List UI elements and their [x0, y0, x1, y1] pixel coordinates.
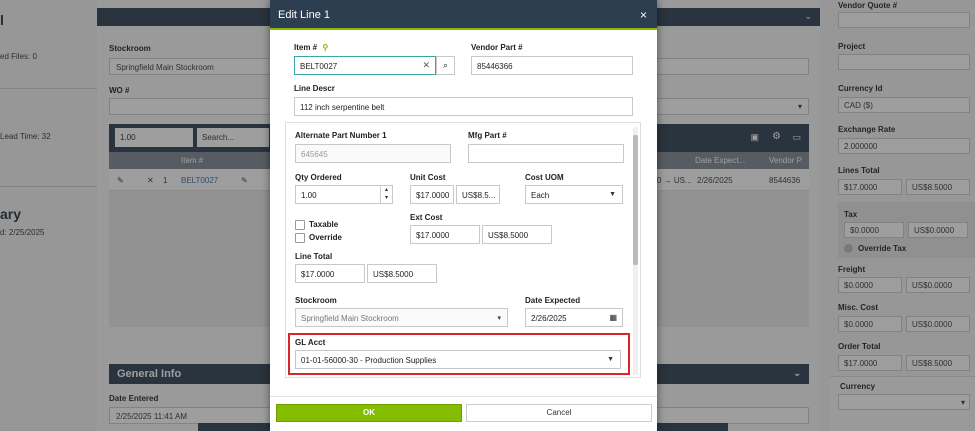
mfg-part-label: Mfg Part #	[468, 131, 507, 140]
vendor-part-label: Vendor Part #	[471, 43, 523, 52]
binoculars-icon[interactable]: ⚲	[322, 43, 328, 52]
ext-cost-usd-input[interactable]: US$8.5000	[482, 225, 552, 244]
unit-cost-cad-input[interactable]: $17.0000	[410, 185, 454, 204]
dialog-title: Edit Line 1	[278, 9, 330, 21]
unit-cost-label: Unit Cost	[410, 173, 446, 182]
qty-ordered-stepper[interactable]: 1.00 ▴ ▾	[295, 185, 393, 204]
item-input[interactable]: BELT0027 ✕	[294, 56, 436, 75]
stockroom-select[interactable]: Springfield Main Stockroom ▾	[295, 308, 508, 327]
scrollbar-thumb[interactable]	[633, 135, 638, 265]
search-icon[interactable]: ⌕	[436, 56, 455, 75]
item-value: BELT0027	[300, 62, 338, 71]
cancel-button[interactable]: Cancel	[466, 404, 652, 422]
override-label: Override	[309, 233, 342, 242]
cost-uom-select[interactable]: Each ▼	[525, 185, 623, 204]
taxable-checkbox[interactable]	[295, 220, 305, 230]
close-icon[interactable]: ×	[640, 8, 647, 22]
clear-icon[interactable]: ✕	[422, 60, 430, 71]
dropdown-caret-icon: ▼	[609, 191, 616, 198]
cost-uom-value: Each	[531, 191, 550, 200]
dropdown-caret-icon: ▾	[497, 315, 501, 322]
calendar-icon[interactable]: ▦	[609, 313, 617, 322]
line-total-usd: US$8.5000	[367, 264, 437, 283]
qty-ordered-value: 1.00	[301, 191, 317, 200]
mfg-part-input[interactable]	[468, 144, 624, 163]
line-descr-input[interactable]: 112 inch serpentine belt	[294, 97, 633, 116]
alt-part-label: Alternate Part Number 1	[295, 131, 387, 140]
footer-divider	[270, 396, 657, 397]
unit-cost-usd-input[interactable]: US$8.5...	[456, 185, 500, 204]
dialog-header: Edit Line 1 ×	[270, 0, 657, 30]
date-expected-input[interactable]: 2/26/2025 ▦	[525, 308, 623, 327]
ok-button[interactable]: OK	[276, 404, 462, 422]
line-total-cad: $17.0000	[295, 264, 365, 283]
gl-acct-highlight-box	[288, 333, 630, 375]
cost-uom-label: Cost UOM	[525, 173, 564, 182]
ext-cost-cad-input[interactable]: $17.0000	[410, 225, 480, 244]
line-descr-label: Line Descr	[294, 84, 335, 93]
date-expected-value: 2/26/2025	[531, 314, 567, 323]
override-checkbox[interactable]	[295, 233, 305, 243]
qty-ordered-label: Qty Ordered	[295, 173, 342, 182]
edit-line-dialog: Edit Line 1 × Item # ⚲ BELT0027 ✕ ⌕ Vend…	[270, 0, 657, 431]
stockroom-label: Stockroom	[295, 296, 337, 305]
ext-cost-label: Ext Cost	[410, 213, 443, 222]
item-label-text: Item #	[294, 43, 318, 52]
taxable-label: Taxable	[309, 220, 339, 229]
vendor-part-input[interactable]: 85446366	[471, 56, 633, 75]
item-label: Item # ⚲	[294, 43, 328, 52]
date-expected-label: Date Expected	[525, 296, 581, 305]
alt-part-input[interactable]: 645645	[295, 144, 451, 163]
line-total-label: Line Total	[295, 252, 333, 261]
stepper-arrows-icon[interactable]: ▴ ▾	[380, 186, 392, 203]
stockroom-value: Springfield Main Stockroom	[301, 314, 399, 323]
